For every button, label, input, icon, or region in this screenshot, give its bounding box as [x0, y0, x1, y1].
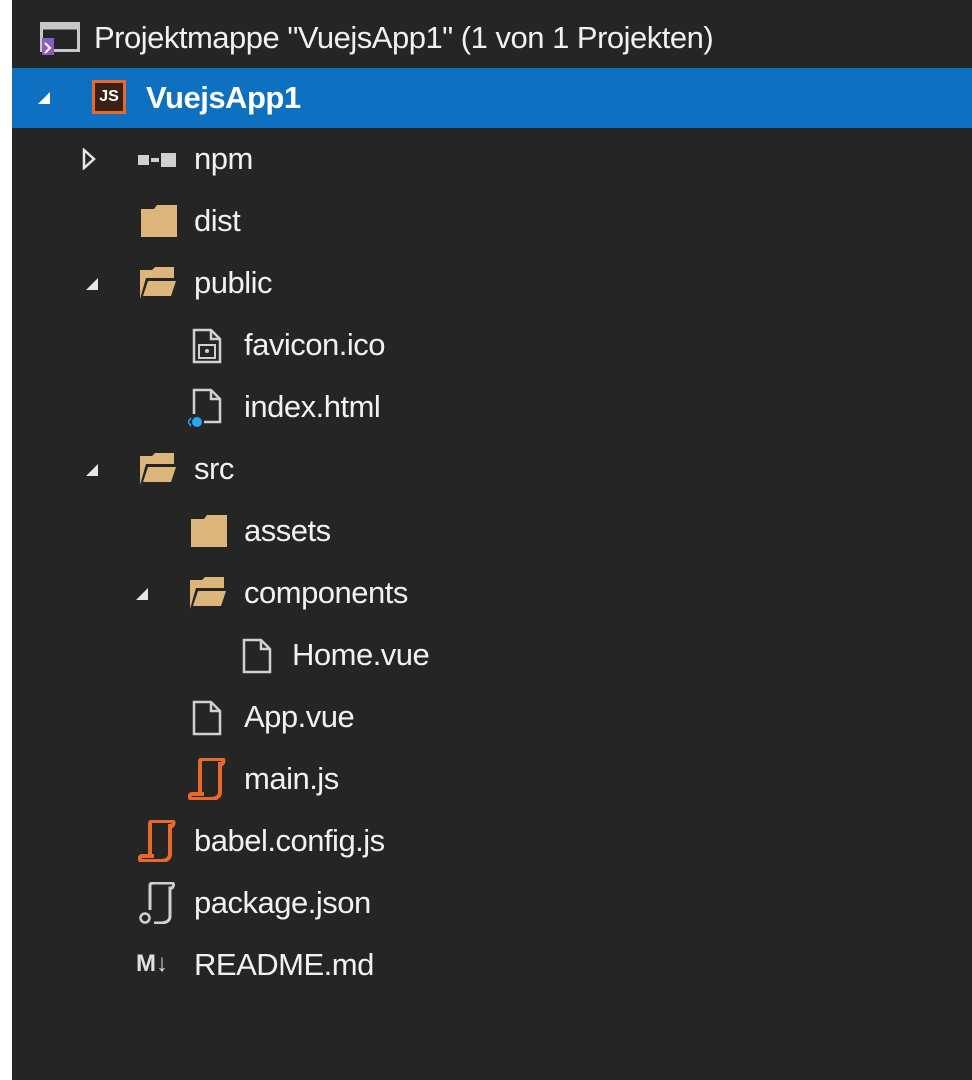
tree-item-babel-config[interactable]: babel.config.js [12, 810, 972, 872]
project-name: VuejsApp1 [146, 80, 301, 115]
html-file-icon [188, 388, 222, 430]
item-label: npm [194, 141, 253, 176]
item-label: src [194, 451, 234, 486]
folder-icon [141, 205, 177, 237]
item-label: assets [244, 513, 331, 548]
item-label: public [194, 265, 273, 300]
expanded-arrow-icon[interactable] [36, 90, 52, 106]
image-file-icon [192, 328, 222, 364]
tree-item-main-js[interactable]: main.js [12, 748, 972, 810]
js-project-icon: JS [92, 80, 126, 114]
open-folder-icon [190, 577, 230, 609]
item-label: main.js [244, 761, 339, 796]
tree-item-public[interactable]: public [12, 252, 972, 314]
expanded-arrow-icon[interactable] [134, 586, 150, 602]
file-icon [242, 638, 272, 674]
tree-item-package-json[interactable]: package.json [12, 872, 972, 934]
tree-item-src[interactable]: src [12, 438, 972, 500]
item-label: babel.config.js [194, 823, 385, 858]
item-label: Home.vue [292, 637, 430, 672]
open-folder-icon [140, 453, 180, 485]
js-file-icon [138, 820, 176, 862]
json-file-icon [138, 882, 175, 924]
tree-item-npm[interactable]: npm [12, 128, 972, 190]
item-label: components [244, 575, 408, 610]
expanded-arrow-icon[interactable] [84, 276, 100, 292]
solution-explorer: Projektmappe "VuejsApp1" (1 von 1 Projek… [12, 0, 972, 1080]
file-icon [192, 700, 222, 736]
item-label: README.md [194, 947, 374, 982]
folder-icon [191, 515, 227, 547]
tree-item-components[interactable]: components [12, 562, 972, 624]
item-label: index.html [244, 389, 381, 424]
tree-item-app-vue[interactable]: App.vue [12, 686, 972, 748]
visual-studio-solution-icon [40, 22, 80, 55]
markdown-icon: M↓ [136, 950, 168, 977]
tree-item-readme[interactable]: M↓ README.md [12, 934, 972, 996]
item-label: favicon.ico [244, 327, 385, 362]
js-file-icon [188, 758, 226, 800]
solution-title: Projektmappe "VuejsApp1" (1 von 1 Projek… [94, 20, 714, 55]
item-label: package.json [194, 885, 371, 920]
tree-item-index-html[interactable]: index.html [12, 376, 972, 438]
collapsed-arrow-icon[interactable] [82, 148, 96, 170]
solution-header[interactable]: Projektmappe "VuejsApp1" (1 von 1 Projek… [12, 8, 972, 68]
item-label: App.vue [244, 699, 355, 734]
tree-item-project[interactable]: JS VuejsApp1 [12, 68, 972, 128]
tree-item-favicon[interactable]: favicon.ico [12, 314, 972, 376]
tree-item-assets[interactable]: assets [12, 500, 972, 562]
npm-icon [138, 153, 176, 167]
tree-item-dist[interactable]: dist [12, 190, 972, 252]
open-folder-icon [140, 267, 180, 299]
tree-item-home-vue[interactable]: Home.vue [12, 624, 972, 686]
item-label: dist [194, 203, 241, 238]
expanded-arrow-icon[interactable] [84, 462, 100, 478]
